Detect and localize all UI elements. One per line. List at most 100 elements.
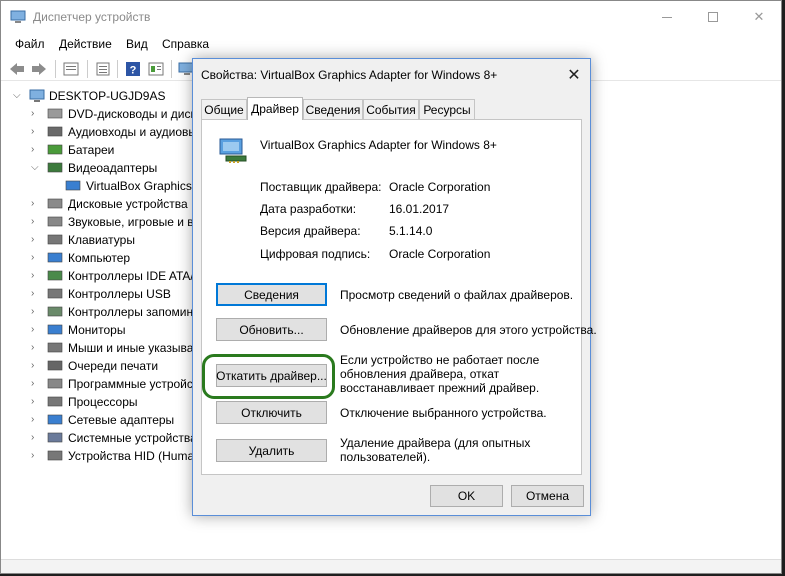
display-adapter-icon [47,162,63,173]
update-driver-button[interactable]: Обновить... [216,318,327,341]
chevron-right-icon[interactable]: › [31,216,34,227]
tree-root-label: DESKTOP-UGJD9AS [49,89,166,103]
version-label: Версия драйвера: [260,224,361,238]
chevron-right-icon[interactable]: › [31,288,34,299]
tree-item-label: Компьютер [68,251,131,265]
driver-details-desc: Просмотр сведений о файлах драйверов. [340,288,574,302]
date-label: Дата разработки: [260,202,357,216]
tree-item-label: Мониторы [68,323,126,337]
chevron-right-icon[interactable]: › [31,306,34,317]
chevron-right-icon[interactable]: › [31,378,34,389]
properties-icon [63,62,79,76]
ok-button[interactable]: OK [430,485,503,507]
disable-device-button[interactable]: Отключить [216,401,327,424]
driver-tab-panel: VirtualBox Graphics Adapter for Windows … [201,119,597,475]
forward-button[interactable] [29,59,49,79]
monitor-icon [47,324,63,335]
tree-item-label: Системные устройства [68,431,197,445]
audio-icon [47,126,63,137]
storage-icon [47,306,63,317]
device-tree: ⌵ DESKTOP-UGJD9AS › DVD-дисководы и диск ›… [1,83,197,563]
tree-item-label: Очереди печати [68,359,159,373]
properties-dialog: Свойства: VirtualBox Graphics Adapter fo… [192,58,597,516]
menu-action[interactable]: Действие [59,37,112,51]
tree-item-label: Аудиовходы и аудиовых [68,125,197,139]
chevron-right-icon[interactable]: › [31,198,34,209]
tree-item-label: DVD-дисководы и диск [68,107,196,121]
tab-resources[interactable]: Ресурсы [419,99,475,119]
tree-item-label: Программные устройс [68,377,193,391]
dvd-icon [47,108,63,119]
provider-label: Поставщик драйвера: [260,180,382,194]
chevron-down-icon[interactable]: ⌵ [13,90,21,101]
maximize-button[interactable] [690,1,736,33]
usb-icon [47,288,63,299]
tree-item-label: Видеоадаптеры [68,161,158,175]
tree-item-label: Мыши и иные указыва [68,341,194,355]
chevron-right-icon[interactable]: › [31,252,34,263]
keyboard-icon [47,234,63,245]
tree-item-label: Контроллеры запомин [68,305,194,319]
uninstall-desc-line2: пользователей). [340,450,431,464]
rollback-driver-button[interactable]: Откатить драйвер... [216,364,327,387]
tree-item-label: Сетевые адаптеры [68,413,175,427]
window-title: Диспетчер устройств [33,10,151,24]
chevron-right-icon[interactable]: › [31,432,34,443]
chevron-right-icon[interactable]: › [31,108,34,119]
chevron-right-icon[interactable]: › [31,126,34,137]
computer-icon [29,89,45,102]
display-adapter-icon [219,138,247,163]
chevron-right-icon[interactable]: › [31,144,34,155]
menu-view[interactable]: Вид [126,37,148,51]
details-toolbar-button[interactable] [146,59,166,79]
chevron-right-icon[interactable]: › [31,234,34,245]
device-name: VirtualBox Graphics Adapter for Windows … [260,138,497,152]
close-button[interactable]: ✕ [736,1,781,33]
monitor-icon [65,180,81,191]
dialog-close-button[interactable]: ✕ [560,62,588,88]
version-value: 5.1.14.0 [389,224,433,238]
minimize-button[interactable] [644,1,690,33]
tab-details[interactable]: Сведения [303,99,363,119]
chevron-right-icon[interactable]: › [31,396,34,407]
chevron-right-icon[interactable]: › [31,270,34,281]
back-arrow-icon [10,63,24,75]
chevron-right-icon[interactable]: › [31,450,34,461]
disable-device-desc: Отключение выбранного устройства. [340,406,547,420]
help-toolbar-button[interactable]: ? [123,59,143,79]
menu-help[interactable]: Справка [162,37,209,51]
menubar: Файл Действие Вид Справка [1,34,781,54]
help-icon: ? [126,62,140,77]
chevron-right-icon[interactable]: › [31,342,34,353]
uninstall-driver-button[interactable]: Удалить [216,439,327,462]
disk-icon [47,198,63,209]
back-button[interactable] [7,59,27,79]
tab-events[interactable]: События [363,99,419,119]
computer-icon [47,252,63,263]
tree-item-label: Дисковые устройства [68,197,188,211]
software-icon [47,378,63,389]
chevron-right-icon[interactable]: › [31,414,34,425]
tab-general[interactable]: Общие [201,99,247,119]
tree-item-label: Устройства HID (Huma [68,449,195,463]
tree-item-label: Контроллеры IDE ATA/ [68,269,194,283]
sound-icon [47,216,63,227]
menu-file[interactable]: Файл [15,37,45,51]
printer-icon [47,360,63,371]
rollback-desc-line3: восстанавливает прежний драйвер. [340,381,540,395]
chevron-right-icon[interactable]: › [31,360,34,371]
cancel-button[interactable]: Отмена [511,485,584,507]
driver-details-button[interactable]: Сведения [216,283,327,306]
tree-scrollbar[interactable] [765,83,781,561]
list-view-button[interactable] [93,59,113,79]
rollback-desc-line1: Если устройство не работает после [340,353,540,367]
chevron-right-icon[interactable]: › [31,324,34,335]
properties-toolbar-button[interactable] [61,59,81,79]
tab-driver[interactable]: Драйвер [247,97,303,120]
details-view-icon [148,62,164,76]
dialog-title: Свойства: VirtualBox Graphics Adapter fo… [201,68,498,82]
ide-icon [47,270,63,281]
chevron-down-icon[interactable]: ⌵ [31,162,39,173]
date-value: 16.01.2017 [389,202,450,216]
system-icon [47,432,63,443]
